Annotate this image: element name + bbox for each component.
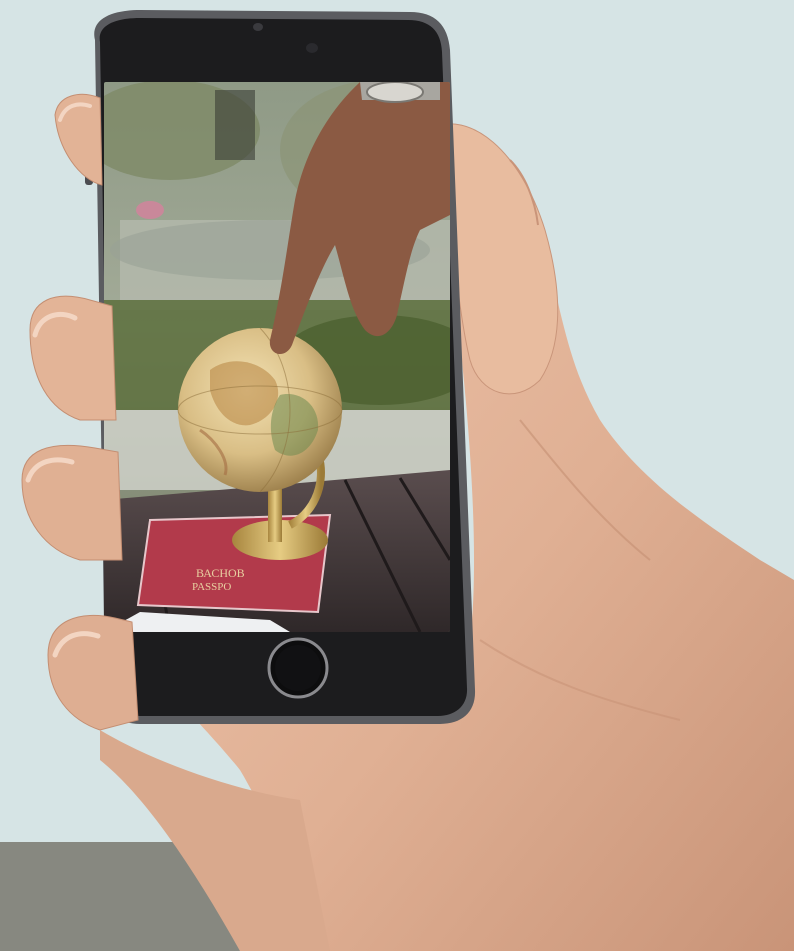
passport-title-line1: ВАСНОВ bbox=[196, 566, 245, 580]
phone-screen-photo: ВАСНОВ PASSPO bbox=[104, 82, 450, 632]
hand-and-phone-illustration: ВАСНОВ PASSPO bbox=[21, 10, 794, 951]
front-camera-icon bbox=[253, 23, 263, 31]
earpiece-speaker-icon bbox=[306, 43, 318, 53]
passport-title-line2: PASSPO bbox=[192, 581, 231, 593]
scene: ВАСНОВ PASSPO bbox=[0, 0, 794, 951]
